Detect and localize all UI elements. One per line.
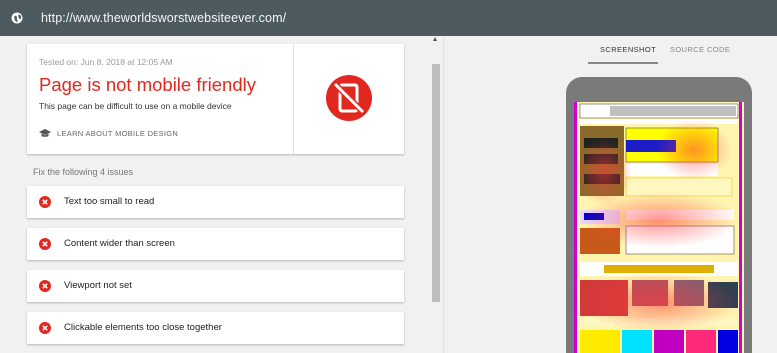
- tested-timestamp: Tested on: Jun 8, 2018 at 12:05 AM: [39, 57, 173, 67]
- issues-heading: Fix the following 4 issues: [33, 167, 134, 177]
- issue-label: Text too small to read: [64, 196, 155, 207]
- verdict-title: Page is not mobile friendly: [39, 74, 256, 95]
- preview-panel: SCREENSHOT SOURCE CODE: [443, 36, 777, 353]
- results-panel: Tested on: Jun 8, 2018 at 12:05 AM Page …: [0, 36, 426, 353]
- issue-item[interactable]: Clickable elements too close together: [27, 312, 404, 344]
- error-icon: [39, 280, 51, 292]
- globe-icon: [11, 12, 23, 24]
- screenshot-image: [574, 102, 744, 353]
- issue-label: Clickable elements too close together: [64, 322, 222, 333]
- verdict-card: Tested on: Jun 8, 2018 at 12:05 AM Page …: [27, 44, 404, 154]
- scrollbar-thumb[interactable]: [432, 64, 440, 302]
- issue-item[interactable]: Content wider than screen: [27, 228, 404, 260]
- issue-item[interactable]: Text too small to read: [27, 186, 404, 218]
- browser-address-bar: http://www.theworldsworstwebsiteever.com…: [0, 0, 777, 36]
- error-icon: [39, 238, 51, 250]
- issue-item[interactable]: Viewport not set: [27, 270, 404, 302]
- phone-frame: [566, 77, 752, 353]
- tab-screenshot[interactable]: SCREENSHOT: [600, 45, 656, 54]
- verdict-subtitle: This page can be difficult to use on a m…: [39, 101, 232, 111]
- learn-link-label: LEARN ABOUT MOBILE DESIGN: [57, 129, 179, 138]
- error-icon: [39, 322, 51, 334]
- issue-label: Content wider than screen: [64, 238, 175, 249]
- card-divider: [293, 44, 294, 154]
- tab-source-code[interactable]: SOURCE CODE: [670, 45, 730, 54]
- not-mobile-friendly-icon: [326, 75, 372, 121]
- preview-tabs: SCREENSHOT SOURCE CODE: [444, 36, 777, 64]
- page-url[interactable]: http://www.theworldsworstwebsiteever.com…: [41, 11, 286, 25]
- scroll-up-arrow[interactable]: [433, 37, 437, 41]
- issue-label: Viewport not set: [64, 280, 132, 291]
- error-icon: [39, 196, 51, 208]
- active-tab-indicator: [588, 62, 658, 64]
- page-screenshot: [574, 102, 744, 353]
- graduation-cap-icon: [39, 129, 51, 137]
- learn-mobile-design-link[interactable]: LEARN ABOUT MOBILE DESIGN: [39, 129, 178, 138]
